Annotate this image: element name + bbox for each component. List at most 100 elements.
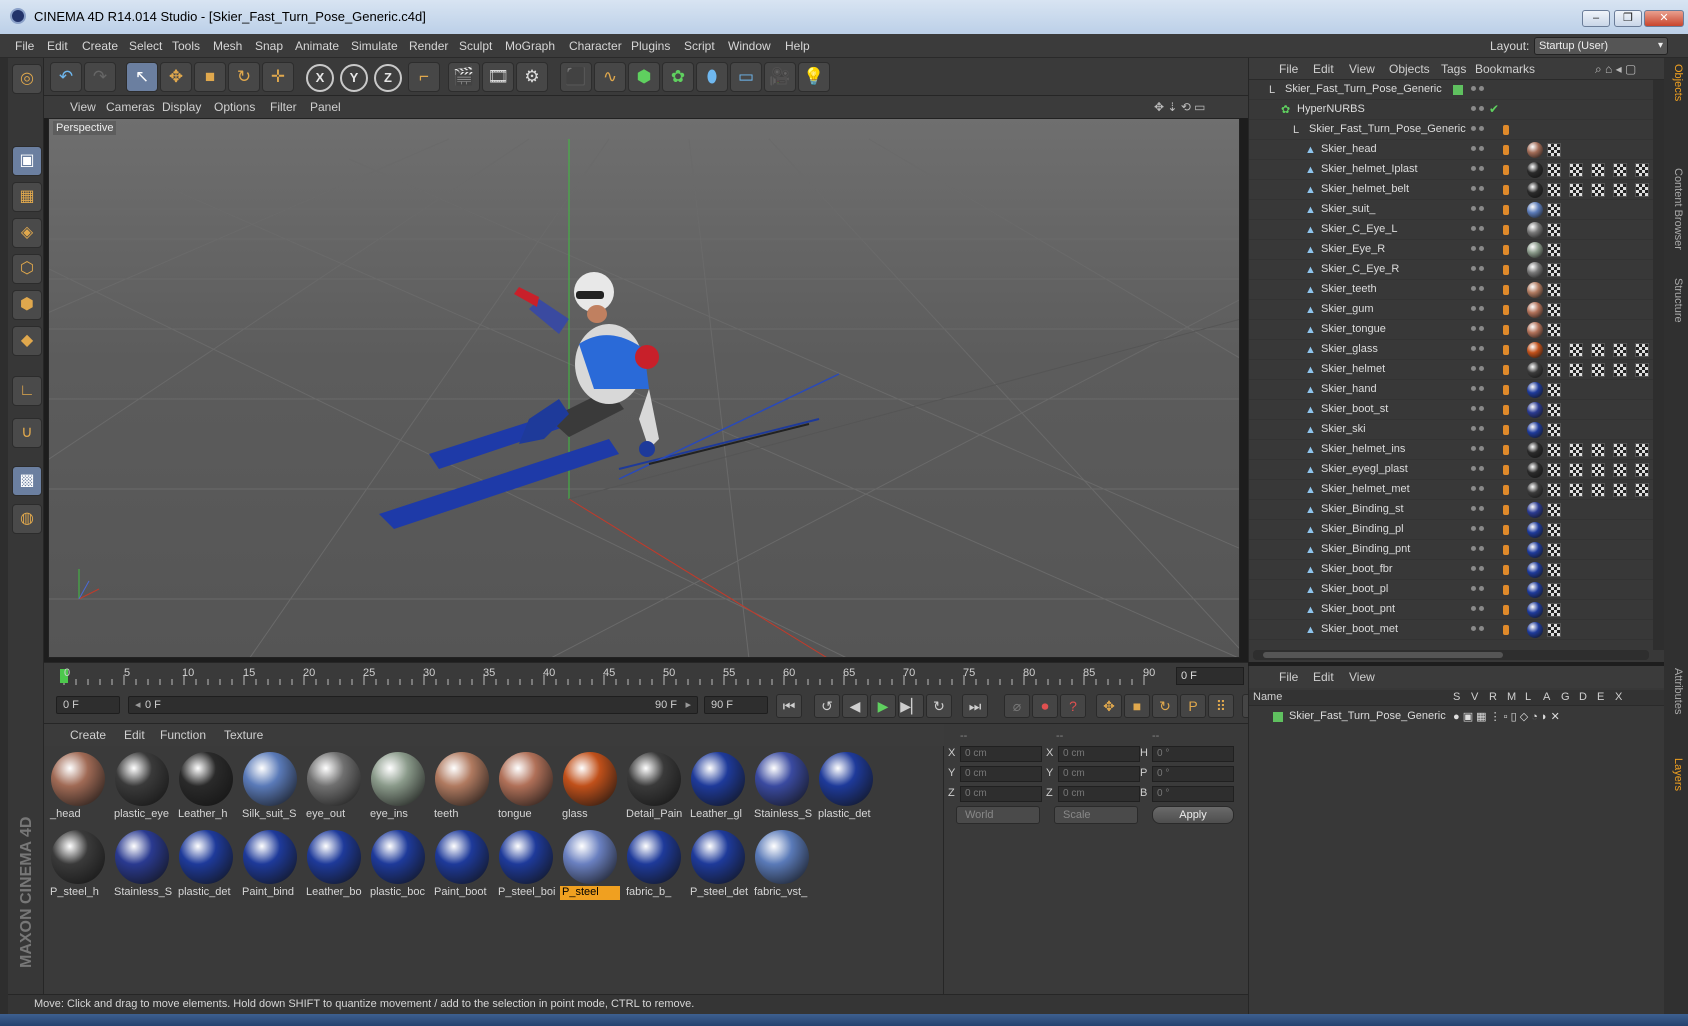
object-name[interactable]: Skier_Binding_pnt bbox=[1321, 543, 1410, 555]
texture-tag-icon[interactable] bbox=[1569, 463, 1583, 477]
material-tag-icon[interactable] bbox=[1527, 362, 1543, 378]
phong-tag-icon[interactable] bbox=[1503, 325, 1509, 335]
menu-file[interactable]: File bbox=[15, 39, 34, 53]
material-swatch[interactable]: Leather_h bbox=[176, 750, 236, 824]
texture-tag-icon[interactable] bbox=[1547, 263, 1561, 277]
material-swatch[interactable]: Silk_suit_S bbox=[240, 750, 300, 824]
texture-tag-icon[interactable] bbox=[1547, 223, 1561, 237]
object-name[interactable]: Skier_Binding_st bbox=[1321, 503, 1404, 515]
texture-tag-icon[interactable] bbox=[1547, 503, 1561, 517]
object-name[interactable]: Skier_helmet_ins bbox=[1321, 443, 1405, 455]
axis-mode-icon[interactable]: ∟ bbox=[12, 376, 42, 406]
viewport-menu-filter[interactable]: Filter bbox=[270, 100, 297, 114]
autokey-icon[interactable]: ⏺ bbox=[1032, 694, 1058, 718]
object-name[interactable]: Skier_C_Eye_R bbox=[1321, 263, 1399, 275]
texture-tag-icon[interactable] bbox=[1547, 423, 1561, 437]
texture-tag-icon[interactable] bbox=[1635, 183, 1649, 197]
texture-tag-icon[interactable] bbox=[1613, 343, 1627, 357]
visibility-dots-icon[interactable] bbox=[1471, 546, 1485, 554]
workplane-mode-icon[interactable]: ◈ bbox=[12, 218, 42, 248]
object-name[interactable]: Skier_boot_st bbox=[1321, 403, 1388, 415]
texture-tag-icon[interactable] bbox=[1547, 283, 1561, 297]
material-tag-icon[interactable] bbox=[1527, 582, 1543, 598]
phong-tag-icon[interactable] bbox=[1503, 265, 1509, 275]
object-row[interactable]: ▲ Skier_boot_pl bbox=[1249, 580, 1653, 600]
object-name[interactable]: Skier_C_Eye_L bbox=[1321, 223, 1397, 235]
object-row[interactable]: ▲ Skier_Binding_st bbox=[1249, 500, 1653, 520]
material-swatch[interactable]: Paint_bind bbox=[240, 828, 300, 902]
material-tag-icon[interactable] bbox=[1527, 322, 1543, 338]
menu-mesh[interactable]: Mesh bbox=[213, 39, 242, 53]
texture-tag-icon[interactable] bbox=[1635, 343, 1649, 357]
material-tag-icon[interactable] bbox=[1527, 442, 1543, 458]
texture-tag-icon[interactable] bbox=[1547, 363, 1561, 377]
camera-icon[interactable]: 🎥 bbox=[764, 62, 796, 92]
visibility-dots-icon[interactable] bbox=[1471, 86, 1485, 94]
phong-tag-icon[interactable] bbox=[1503, 485, 1509, 495]
texture-tag-icon[interactable] bbox=[1569, 363, 1583, 377]
visibility-dots-icon[interactable] bbox=[1471, 366, 1485, 374]
visibility-dots-icon[interactable] bbox=[1471, 506, 1485, 514]
material-swatch[interactable]: glass bbox=[560, 750, 620, 824]
keyframe-selection-icon[interactable]: ? bbox=[1060, 694, 1086, 718]
phong-tag-icon[interactable] bbox=[1503, 405, 1509, 415]
visibility-dots-icon[interactable] bbox=[1471, 406, 1485, 414]
visibility-dots-icon[interactable] bbox=[1471, 146, 1485, 154]
next-frame-icon[interactable]: ▶▏ bbox=[898, 694, 924, 718]
restore-button[interactable]: ❐ bbox=[1614, 10, 1642, 27]
material-swatch[interactable]: P_steel_det bbox=[688, 828, 748, 902]
y-axis-lock-icon[interactable]: Y bbox=[340, 64, 368, 92]
material-swatch[interactable]: Stainless_S bbox=[112, 828, 172, 902]
visibility-dots-icon[interactable] bbox=[1471, 446, 1485, 454]
menu-animate[interactable]: Animate bbox=[295, 39, 339, 53]
x-axis-lock-icon[interactable]: X bbox=[306, 64, 334, 92]
material-tag-icon[interactable] bbox=[1527, 462, 1543, 478]
object-name[interactable]: Skier_glass bbox=[1321, 343, 1378, 355]
light-icon[interactable]: 💡 bbox=[798, 62, 830, 92]
z-axis-lock-icon[interactable]: Z bbox=[374, 64, 402, 92]
material-tag-icon[interactable] bbox=[1527, 162, 1543, 178]
object-name[interactable]: Skier_Eye_R bbox=[1321, 243, 1385, 255]
texture-tag-icon[interactable] bbox=[1591, 363, 1605, 377]
material-swatch[interactable]: fabric_vst_ bbox=[752, 828, 812, 902]
edges-mode-icon[interactable]: ⬢ bbox=[12, 290, 42, 320]
texture-tag-icon[interactable] bbox=[1547, 163, 1561, 177]
menu-sculpt[interactable]: Sculpt bbox=[459, 39, 492, 53]
objects-menu-file[interactable]: File bbox=[1279, 62, 1298, 76]
menu-render[interactable]: Render bbox=[409, 39, 448, 53]
menu-simulate[interactable]: Simulate bbox=[351, 39, 398, 53]
object-name[interactable]: Skier_Fast_Turn_Pose_Generic bbox=[1309, 123, 1466, 135]
coord-position-field[interactable]: 0 cm bbox=[960, 766, 1042, 782]
visibility-dots-icon[interactable] bbox=[1471, 286, 1485, 294]
objects-menu-objects[interactable]: Objects bbox=[1389, 62, 1430, 76]
phong-tag-icon[interactable] bbox=[1503, 465, 1509, 475]
material-tag-icon[interactable] bbox=[1527, 262, 1543, 278]
material-tag-icon[interactable] bbox=[1527, 622, 1543, 638]
object-name[interactable]: Skier_boot_pnt bbox=[1321, 603, 1395, 615]
material-tag-icon[interactable] bbox=[1527, 402, 1543, 418]
texture-tag-icon[interactable] bbox=[1591, 463, 1605, 477]
layer-name[interactable]: Skier_Fast_Turn_Pose_Generic bbox=[1289, 710, 1446, 722]
tab-content-browser[interactable]: Content Browser bbox=[1672, 168, 1684, 250]
material-menu-texture[interactable]: Texture bbox=[224, 728, 263, 742]
texture-tag-icon[interactable] bbox=[1569, 163, 1583, 177]
material-swatch[interactable]: Paint_boot bbox=[432, 828, 492, 902]
texture-tag-icon[interactable] bbox=[1547, 143, 1561, 157]
menu-tools[interactable]: Tools bbox=[172, 39, 200, 53]
menu-select[interactable]: Select bbox=[129, 39, 162, 53]
previous-key-icon[interactable]: ↺ bbox=[814, 694, 840, 718]
size-mode-dropdown[interactable]: Scale bbox=[1054, 806, 1138, 824]
tab-objects[interactable]: Objects bbox=[1672, 64, 1684, 101]
object-row[interactable]: ▲ Skier_helmet bbox=[1249, 360, 1653, 380]
texture-tag-icon[interactable] bbox=[1547, 343, 1561, 357]
object-row[interactable]: ▲ Skier_head bbox=[1249, 140, 1653, 160]
visibility-dots-icon[interactable] bbox=[1471, 486, 1485, 494]
texture-tag-icon[interactable] bbox=[1613, 363, 1627, 377]
visibility-dots-icon[interactable] bbox=[1471, 166, 1485, 174]
render-view-icon[interactable]: 🎬 bbox=[448, 62, 480, 92]
visibility-dots-icon[interactable] bbox=[1471, 326, 1485, 334]
texture-tag-icon[interactable] bbox=[1591, 343, 1605, 357]
viewport-menu-panel[interactable]: Panel bbox=[310, 100, 341, 114]
next-key-icon[interactable]: ↻ bbox=[926, 694, 952, 718]
texture-tag-icon[interactable] bbox=[1569, 343, 1583, 357]
